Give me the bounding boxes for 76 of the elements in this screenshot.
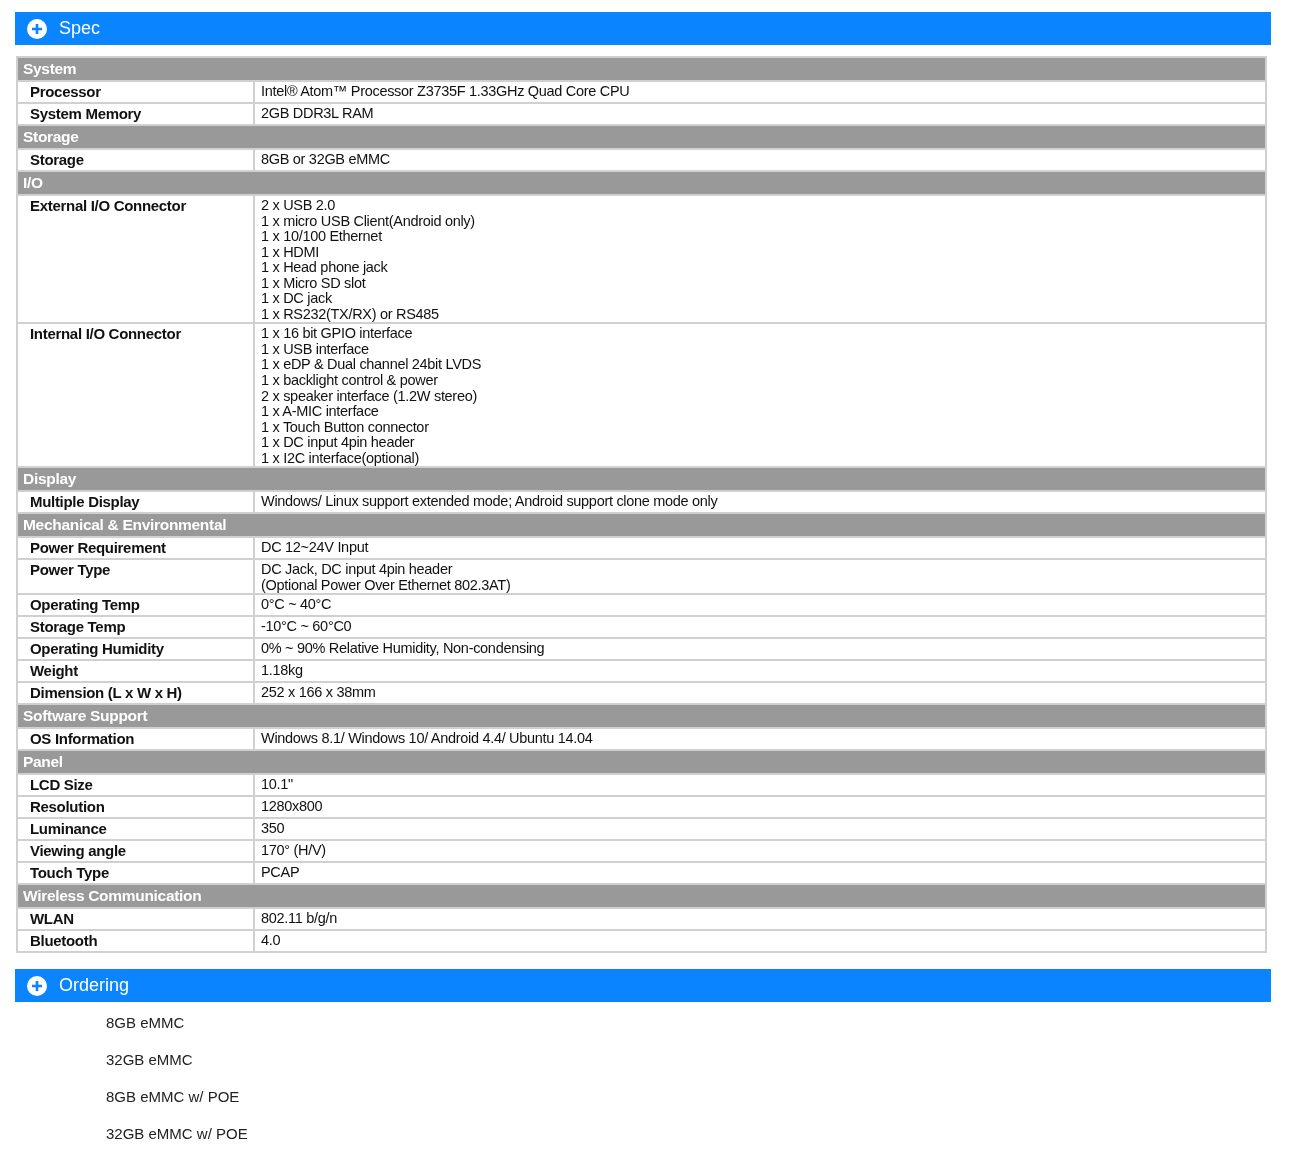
spec-value-line: PCAP: [261, 865, 301, 881]
spec-label: OS Information: [18, 729, 253, 750]
spec-label: Weight: [18, 661, 253, 682]
spec-label: Dimension (L x W x H): [18, 683, 253, 704]
spec-value-line: 1 x 10/100 Ethernet: [261, 229, 382, 245]
spec-value-line: -10°C ~ 60°C0: [261, 619, 353, 635]
spec-label: Viewing angle: [18, 841, 253, 862]
section-heading: Wireless Communication: [18, 885, 1265, 908]
spec-value-line: 350: [261, 821, 286, 837]
spec-value-line: 802.11 b/g/n: [261, 911, 338, 927]
spec-label: LCD Size: [18, 775, 253, 796]
section-heading: Software Support: [18, 705, 1265, 728]
spec-value-line: 1 x 16 bit GPIO interface: [261, 326, 414, 342]
spec-value-line: 2 x speaker interface (1.2W stereo): [261, 388, 478, 405]
spec-value-line: 1 x Touch Button connector: [261, 419, 430, 436]
spec-value-line: Intel® Atom™ Processor Z3735F 1.33GHz Quad Core CPU: [261, 84, 631, 100]
spec-value-line: 8GB or 32GB eMMC: [261, 152, 391, 168]
spec-value-line: 1 x DC input 4pin header: [261, 435, 416, 451]
spec-value-line: 1 x DC jack: [261, 291, 333, 307]
spec-value-line: 1.18kg: [261, 663, 304, 679]
spec-value-line: 0% ~ 90% Relative Humidity, Non-condensing: [261, 641, 546, 657]
spec-label: Operating Temp: [18, 595, 253, 616]
ordering-header-bar[interactable]: Ordering: [15, 969, 1271, 1003]
spec-value-line: 170° (H/V): [261, 843, 327, 859]
spec-value-line: 1 x RS232(TX/RX) or RS485: [261, 306, 440, 323]
spec-value-line: 1 x micro USB Client(Android only): [261, 213, 476, 230]
spec-value-line: 1 x backlight control & power: [261, 373, 439, 389]
spec-value-line: 1 x USB interface: [261, 341, 370, 358]
spec-value-line: 1 x I2C interface(optional): [261, 450, 420, 467]
plus-circle-icon: [27, 18, 47, 39]
section-heading: Display: [18, 468, 1265, 491]
spec-value-line: 2 x USB 2.0: [261, 198, 337, 214]
spec-value-line: 1 x eDP & Dual channel 24bit LVDS: [261, 357, 483, 373]
ordering-title: Ordering: [59, 975, 130, 997]
ordering-option: 8GB eMMC: [106, 1013, 1271, 1033]
spec-label: Storage: [18, 150, 253, 170]
spec-label: Operating Humidity: [18, 639, 253, 660]
spec-label: Resolution: [18, 797, 253, 818]
section-heading: Mechanical & Environmental: [18, 514, 1265, 537]
section-heading: Panel: [18, 751, 1265, 774]
spec-title: Spec: [59, 18, 101, 39]
spec-value-line: 2GB DDR3L RAM: [261, 106, 375, 122]
section-heading: I/O: [18, 172, 1265, 194]
spec-label: Bluetooth: [18, 931, 253, 952]
ordering-option: 32GB eMMC w/ POE: [106, 1124, 1271, 1144]
ordering-option: 8GB eMMC w/ POE: [106, 1087, 1271, 1107]
spec-value-line: 0°C ~ 40°C: [261, 597, 333, 613]
spec-label: System Memory: [18, 104, 253, 124]
spec-label: Multiple Display: [18, 492, 253, 513]
spec-label: Luminance: [18, 819, 253, 840]
spec-label: External I/O Connector: [18, 196, 253, 323]
spec-label: Storage Temp: [18, 617, 253, 638]
spec-value-line: 1 x A-MIC interface: [261, 404, 380, 420]
spec-label: Touch Type: [18, 863, 253, 884]
spec-label: Power Requirement: [18, 538, 253, 559]
spec-label: Processor: [18, 82, 253, 102]
plus-circle-icon: [27, 975, 47, 996]
spec-value-line: 1 x Micro SD slot: [261, 275, 366, 292]
ordering-option: 32GB eMMC: [106, 1050, 1271, 1070]
spec-header-bar[interactable]: Spec: [15, 12, 1271, 45]
spec-value-line: Windows 8.1/ Windows 10/ Android 4.4/ Ubuntu 14.04: [261, 731, 594, 747]
spec-label: Internal I/O Connector: [18, 324, 253, 467]
spec-value-line: Windows/ Linux support extended mode; Android support clone mode only: [261, 494, 719, 510]
spec-value-line: 252 x 166 x 38mm: [261, 685, 377, 701]
spec-value-line: 1 x Head phone jack: [261, 260, 389, 276]
spec-value-line: 1 x HDMI: [261, 244, 321, 261]
section-heading: Storage: [18, 126, 1265, 148]
spec-value-line: DC 12~24V Input: [261, 540, 370, 556]
section-heading: System: [18, 58, 1265, 80]
spec-label: WLAN: [18, 909, 253, 930]
spec-value-line: 10.1": [261, 777, 294, 793]
spec-label: Power Type: [18, 560, 253, 594]
spec-value-line: 4.0: [261, 933, 282, 949]
spec-value-line: 1280x800: [261, 799, 324, 815]
spec-value-line: DC Jack, DC input 4pin header: [261, 562, 454, 578]
spec-value-line: (Optional Power Over Ethernet 802.3AT): [261, 577, 512, 594]
